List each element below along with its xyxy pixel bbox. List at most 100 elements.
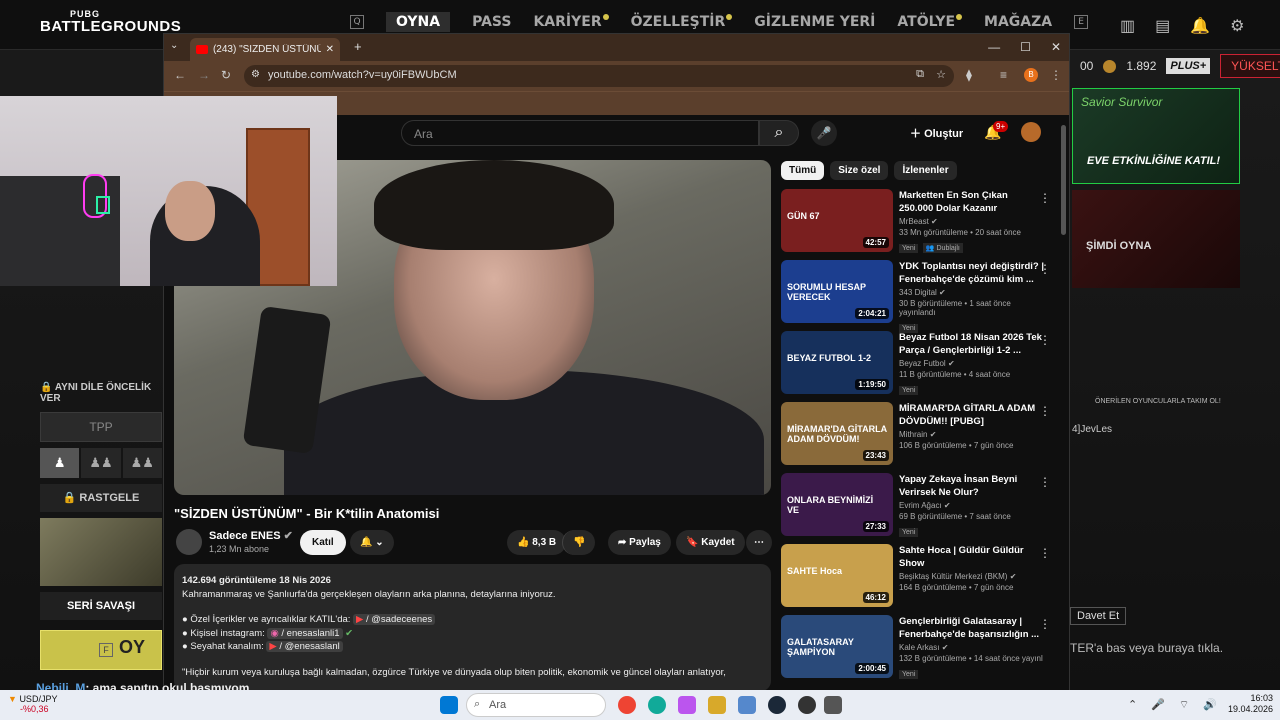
rec-more-icon[interactable]: ⋮ <box>1039 262 1051 276</box>
subscribe-bell-button[interactable]: 🔔 ⌄ <box>350 530 394 555</box>
play-button[interactable]: F OY <box>40 630 162 670</box>
rec-thumbnail[interactable]: ONLARA BEYNİMİZİ VE 27:33 <box>781 473 893 536</box>
play-banner[interactable]: ŞİMDİ OYNA <box>1072 190 1240 288</box>
steam-icon[interactable] <box>768 696 786 714</box>
solo-icon[interactable]: ♟ <box>40 448 80 478</box>
windows-start-icon[interactable] <box>440 696 458 714</box>
taskbar-search[interactable]: ⌕ Ara <box>466 693 606 717</box>
active-tab[interactable]: (243) "SİZDEN ÜSTÜNÜM" - Bir ✕ <box>190 38 340 61</box>
close-window-icon[interactable]: ✕ <box>1051 40 1061 54</box>
recommendation-item[interactable]: GALATASARAY ŞAMPİYON 2:00:45 Gençlerbirliğ… <box>781 615 1051 681</box>
copilot-icon[interactable] <box>678 696 696 714</box>
wifi-icon[interactable]: ⌔ <box>1179 698 1189 712</box>
share-button[interactable]: ➦ Paylaş <box>608 530 671 555</box>
nav-kariyer[interactable]: KARİYER <box>533 14 609 30</box>
player-name[interactable]: 4]JevLes <box>1072 424 1112 435</box>
rec-channel[interactable]: Beyaz Futbol ✔ <box>899 359 1044 368</box>
chip-for-you[interactable]: Size özel <box>830 161 889 180</box>
mode-tpp[interactable]: TPP <box>40 412 162 442</box>
menu-icon[interactable]: ⋮ <box>1050 68 1062 82</box>
file-explorer-icon[interactable] <box>708 696 726 714</box>
more-actions-icon[interactable]: ⋯ <box>746 530 772 555</box>
obs-icon[interactable] <box>798 696 816 714</box>
rec-more-icon[interactable]: ⋮ <box>1039 546 1051 560</box>
rec-thumbnail[interactable]: MİRAMAR'DA GİTARLA ADAM DÖVDÜM! 23:43 <box>781 402 893 465</box>
edge-icon[interactable] <box>648 696 666 714</box>
recommendation-item[interactable]: GÜN 67 42:57 Marketten En Son Çıkan 250.00… <box>781 189 1051 255</box>
rec-more-icon[interactable]: ⋮ <box>1039 191 1051 205</box>
rec-channel[interactable]: 343 Digital ✔ <box>899 288 1044 297</box>
volume-icon[interactable]: 🔊 <box>1203 698 1217 712</box>
pubg-icon[interactable] <box>824 696 842 714</box>
scrollbar[interactable] <box>1061 125 1066 235</box>
gear-icon[interactable]: ⚙ <box>1230 16 1244 36</box>
chip-watched[interactable]: İzlenenler <box>894 161 957 180</box>
rec-title[interactable]: Gençlerbirliği Galatasaray | Fenerbahçe'… <box>899 615 1044 641</box>
join-button[interactable]: Katıl <box>300 530 346 555</box>
channel-avatar[interactable] <box>176 529 202 555</box>
star-icon[interactable]: ☆ <box>936 68 946 81</box>
url-field[interactable]: ⚙ youtube.com/watch?v=uy0iFBWUbCM ⧉ ☆ <box>244 65 954 87</box>
rec-more-icon[interactable]: ⋮ <box>1039 333 1051 347</box>
rec-title[interactable]: Marketten En Son Çıkan 250.000 Dolar Kaz… <box>899 189 1044 215</box>
lang-priority[interactable]: 🔒 AYNI DİLE ÖNCELİK VER <box>40 382 162 404</box>
rec-more-icon[interactable]: ⋮ <box>1039 404 1051 418</box>
rec-thumbnail[interactable]: GALATASARAY ŞAMPİYON 2:00:45 <box>781 615 893 678</box>
rec-more-icon[interactable]: ⋮ <box>1039 617 1051 631</box>
rec-thumbnail[interactable]: BEYAZ FUTBOL 1-2 1:19:50 <box>781 331 893 394</box>
random-map[interactable]: 🔒 RASTGELE <box>40 484 162 512</box>
recommendation-item[interactable]: SAHTE Hoca 46:12 Sahte Hoca | Güldür Güldü… <box>781 544 1051 610</box>
rec-channel[interactable]: Kale Arkası ✔ <box>899 643 1044 652</box>
desc-link[interactable]: ◉ / enesaslanli1 <box>267 627 343 639</box>
chevron-up-icon[interactable]: ⌃ <box>1128 698 1137 712</box>
stock-widget[interactable]: ▼ USD/JPY -%0,36 <box>8 694 57 714</box>
nav-gizlenme[interactable]: GİZLENME YERİ <box>754 14 875 30</box>
recommendation-item[interactable]: ONLARA BEYNİMİZİ VE 27:33 Yapay Zekaya İns… <box>781 473 1051 539</box>
recommendation-item[interactable]: SORUMLU HESAP VERECEK 2:04:21 YDK Toplantı… <box>781 260 1051 333</box>
rec-channel[interactable]: Evrim Ağacı ✔ <box>899 501 1044 510</box>
new-tab-icon[interactable]: + <box>354 39 362 54</box>
cast-icon[interactable]: ⧉ <box>916 68 924 81</box>
nav-atolye[interactable]: ATÖLYE <box>897 14 963 30</box>
squad-icon[interactable]: ♟♟ <box>122 448 162 478</box>
nav-pass[interactable]: PASS <box>472 14 511 30</box>
barcode-icon[interactable]: ▥ <box>1120 16 1135 36</box>
site-info-icon[interactable]: ⚙ <box>251 69 260 80</box>
save-button[interactable]: 🔖 Kaydet <box>676 530 745 555</box>
yt-search-input[interactable]: Ara <box>401 120 759 146</box>
recommendation-item[interactable]: MİRAMAR'DA GİTARLA ADAM DÖVDÜM! 23:43 MİRA… <box>781 402 1051 468</box>
rec-title[interactable]: Sahte Hoca | Güldür Güldür Show <box>899 544 1044 570</box>
like-button[interactable]: 👍 8,3 B <box>507 530 567 555</box>
chrome-icon[interactable] <box>618 696 636 714</box>
tab-list-icon[interactable]: ⌄ <box>170 40 178 51</box>
desc-link[interactable]: ▶ / @sadeceenes <box>353 614 436 625</box>
mic-icon[interactable]: 🎤 <box>811 120 837 146</box>
nav-ozellestir[interactable]: ÖZELLEŞTİR <box>631 14 733 30</box>
reload-icon[interactable]: ↻ <box>221 68 231 82</box>
rec-title[interactable]: MİRAMAR'DA GİTARLA ADAM DÖVDÜM!! [PUBG] <box>899 402 1044 428</box>
maximize-icon[interactable]: ☐ <box>1020 40 1031 54</box>
description-box[interactable]: 142.694 görüntüleme 18 Nis 2026 Kahraman… <box>174 564 771 691</box>
teams-icon[interactable] <box>738 696 756 714</box>
rec-thumbnail[interactable]: SORUMLU HESAP VERECEK 2:04:21 <box>781 260 893 323</box>
map-thumbnail[interactable] <box>40 518 162 586</box>
rec-title[interactable]: Beyaz Futbol 18 Nisan 2026 Tek Parça / G… <box>899 331 1044 357</box>
duo-icon[interactable]: ♟♟ <box>81 448 121 478</box>
bell-icon[interactable]: 🔔 <box>1190 16 1210 36</box>
invite-button[interactable]: Davet Et <box>1070 607 1127 625</box>
nav-oyna[interactable]: OYNA <box>386 12 451 32</box>
search-icon[interactable]: ⌕ <box>759 120 799 146</box>
extensions-icon[interactable]: ⧫ <box>966 68 972 82</box>
back-icon[interactable]: ← <box>174 68 186 82</box>
rec-title[interactable]: Yapay Zekaya İnsan Beyni Verirsek Ne Olu… <box>899 473 1044 499</box>
list-icon[interactable]: ▤ <box>1155 16 1170 36</box>
clock[interactable]: 16:03 19.04.2026 <box>1228 693 1273 715</box>
rec-thumbnail[interactable]: SAHTE Hoca 46:12 <box>781 544 893 607</box>
rec-channel[interactable]: Beşiktaş Kültür Merkezi (BKM) ✔ <box>899 572 1044 581</box>
profile-avatar[interactable]: B <box>1024 68 1038 82</box>
close-tab-icon[interactable]: ✕ <box>326 44 334 55</box>
rec-channel[interactable]: Mithrain ✔ <box>899 430 1044 439</box>
mic-icon[interactable]: 🎤 <box>1151 698 1165 712</box>
yt-avatar[interactable] <box>1021 122 1041 142</box>
minimize-icon[interactable]: — <box>988 40 1000 54</box>
